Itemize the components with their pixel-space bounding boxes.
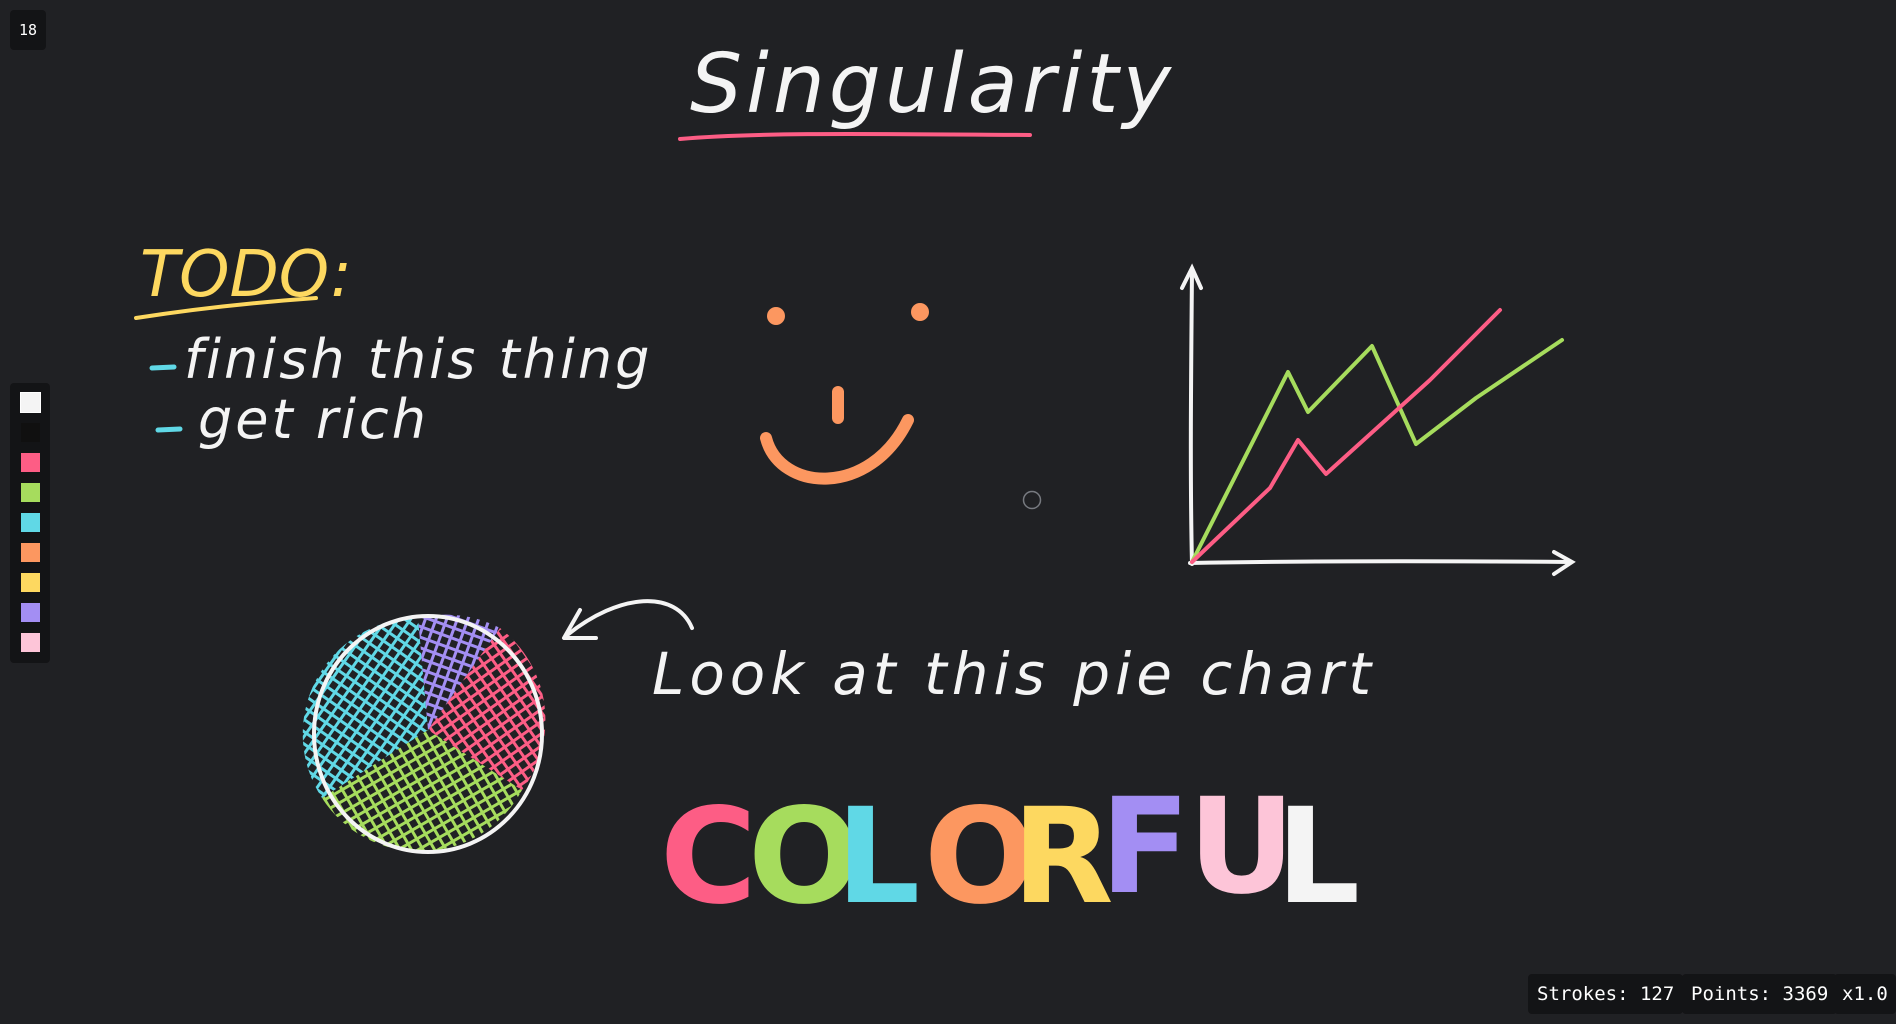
todo-bullet-2 — [155, 426, 183, 433]
chart-y-axis — [1188, 268, 1194, 566]
pie-caption: Look at this pie chart — [652, 640, 1376, 708]
smiley-right-eye — [911, 303, 929, 321]
chart-green-line — [1190, 338, 1564, 564]
palette-swatch-6[interactable] — [21, 543, 40, 562]
brush-size-indicator[interactable]: 18 — [10, 10, 46, 50]
brush-cursor — [1022, 490, 1042, 510]
title-underline — [678, 131, 1032, 141]
drawing-canvas[interactable]: Singularity TODO: finish this thing get … — [0, 0, 1896, 1024]
colorful-letter-5: R — [1012, 780, 1114, 934]
title-text: Singularity — [690, 37, 1175, 132]
zoom-indicator[interactable]: x1.0 — [1834, 974, 1896, 1014]
colorful-letter-1: C — [660, 780, 757, 934]
palette-swatch-5[interactable] — [21, 513, 40, 532]
points-counter: Points: 3369 — [1682, 974, 1838, 1014]
palette-swatch-8[interactable] — [21, 603, 40, 622]
pie-arrow — [564, 599, 694, 638]
todo-heading: TODO: — [140, 238, 352, 312]
colorful-letter-6: F — [1100, 770, 1190, 924]
colorful-letter-8: L — [1276, 780, 1360, 934]
todo-item-2: get rich — [198, 388, 429, 451]
colorful-letter-3: L — [836, 780, 920, 934]
palette-swatch-3[interactable] — [21, 453, 40, 472]
palette-swatch-1[interactable] — [20, 392, 41, 413]
pie-chart-sketch — [302, 614, 546, 854]
todo-item-1: finish this thing — [184, 328, 652, 391]
strokes-counter: Strokes: 127 — [1528, 974, 1684, 1014]
points-label: Points: — [1691, 983, 1772, 1005]
smiley-left-eye — [767, 307, 785, 325]
color-palette — [10, 383, 50, 663]
smiley-drawing — [760, 303, 929, 485]
palette-swatch-4[interactable] — [21, 483, 40, 502]
palette-swatch-7[interactable] — [21, 573, 40, 592]
todo-bullet-1 — [149, 364, 177, 371]
points-value: 3369 — [1782, 983, 1829, 1005]
line-chart-sketch — [1180, 263, 1576, 576]
palette-swatch-9[interactable] — [21, 633, 40, 652]
chart-x-axis — [1188, 559, 1572, 565]
colorful-word: COL ORFUL — [660, 770, 1360, 934]
chart-pink-line — [1190, 308, 1502, 564]
palette-swatch-2[interactable] — [21, 423, 40, 442]
strokes-label: Strokes: — [1537, 983, 1629, 1005]
strokes-value: 127 — [1639, 983, 1675, 1005]
smiley-mouth — [760, 414, 914, 485]
